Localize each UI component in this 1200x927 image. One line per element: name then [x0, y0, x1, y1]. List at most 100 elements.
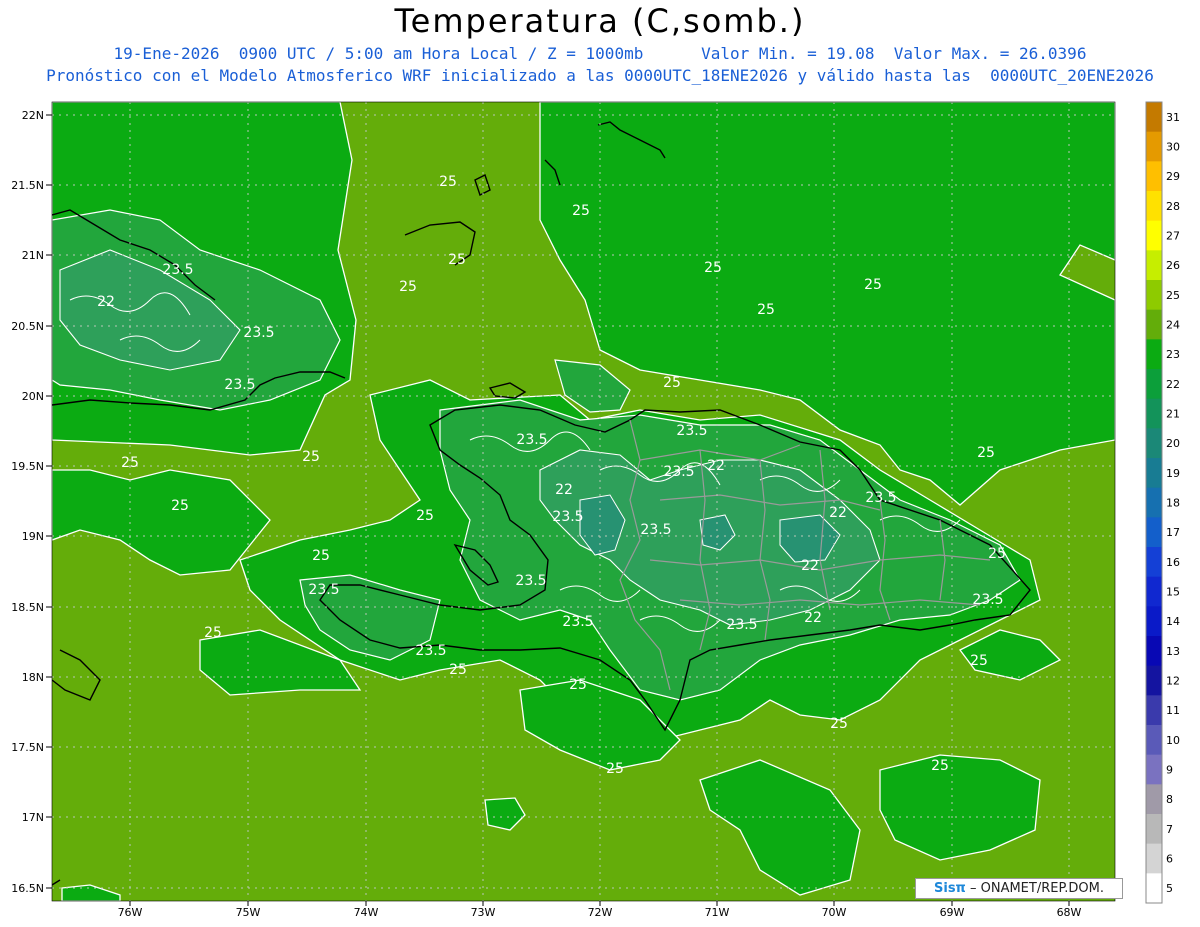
colorbar-swatch: [1146, 873, 1162, 904]
colorbar-label: 28: [1166, 200, 1180, 213]
lon-label: 75W: [236, 906, 261, 919]
colorbar-swatch: [1146, 309, 1162, 340]
colorbar-label: 14: [1166, 615, 1180, 628]
contour-label: 23.5: [972, 592, 1003, 608]
contour-label: 23.5: [663, 464, 694, 480]
lat-label: 20N: [22, 390, 44, 403]
contour-label: 25: [757, 302, 775, 318]
colorbar-swatch: [1146, 161, 1162, 192]
colorbar-swatch: [1146, 843, 1162, 874]
contour-label: 25: [606, 761, 624, 777]
contour-label: 25: [830, 716, 848, 732]
map-field: [52, 102, 1115, 901]
contour-label: 25: [977, 445, 995, 461]
longitude-labels: 76W 75W 74W 73W 72W 71W 70W 69W 68W: [118, 906, 1082, 919]
colorbar-label: 18: [1166, 497, 1180, 510]
colorbar-label: 29: [1166, 170, 1180, 183]
contour-label: 22: [804, 610, 822, 626]
contour-label: 25: [663, 375, 681, 391]
colorbar-label: 22: [1166, 378, 1180, 391]
colorbar-swatch: [1146, 814, 1162, 845]
contour-label: 23.5: [224, 377, 255, 393]
contour-label: 22: [707, 458, 725, 474]
latitude-labels: 22N 21.5N 21N 20.5N 20N 19.5N 19N 18.5N …: [11, 109, 44, 895]
contour-label: 25: [931, 758, 949, 774]
contour-label: 25: [312, 548, 330, 564]
colorbar-label: 8: [1166, 793, 1173, 806]
contour-label: 22: [829, 505, 847, 521]
contour-label: 25: [171, 498, 189, 514]
colorbar-swatch: [1146, 131, 1162, 162]
contour-label: 23.5: [640, 522, 671, 538]
longitude-ticks: [129, 901, 1070, 906]
contour-label: 25: [569, 677, 587, 693]
colorbar-swatch: [1146, 517, 1162, 548]
colorbar-label: 19: [1166, 467, 1180, 480]
contour-label: 25: [439, 174, 457, 190]
colorbar-swatch: [1146, 250, 1162, 281]
colorbar-swatch: [1146, 220, 1162, 251]
colorbar-swatch: [1146, 606, 1162, 637]
lat-label: 18N: [22, 671, 44, 684]
sispi-logo-text: Sisπ: [934, 881, 966, 896]
lon-label: 73W: [471, 906, 496, 919]
colorbar-label: 20: [1166, 437, 1180, 450]
contour-label: 23.5: [515, 573, 546, 589]
colorbar-swatch: [1146, 665, 1162, 696]
lat-label: 19.5N: [11, 460, 44, 473]
contour-label: 25: [988, 546, 1006, 562]
colorbar-swatch: [1146, 280, 1162, 311]
colorbar-label: 23: [1166, 348, 1180, 361]
lat-label: 16.5N: [11, 882, 44, 895]
contour-label: 25: [970, 653, 988, 669]
colorbar-label: 13: [1166, 645, 1180, 658]
contour-label: 23.5: [726, 617, 757, 633]
lat-label: 22N: [22, 109, 44, 122]
contour-label: 25: [572, 203, 590, 219]
contour-label: 25: [416, 508, 434, 524]
credit-box: Sisπ – ONAMET/REP.DOM.: [915, 878, 1123, 899]
colorbar-label: 17: [1166, 526, 1180, 539]
contour-label: 23.5: [308, 582, 339, 598]
contour-label: 25: [864, 277, 882, 293]
lat-label: 21N: [22, 249, 44, 262]
colorbar-label: 9: [1166, 764, 1173, 777]
lon-label: 69W: [940, 906, 965, 919]
lon-label: 74W: [354, 906, 379, 919]
contour-label: 23.5: [552, 509, 583, 525]
colorbar-label: 12: [1166, 675, 1180, 688]
colorbar-swatch: [1146, 636, 1162, 667]
colorbar-label: 6: [1166, 853, 1173, 866]
contour-label: 22: [97, 294, 115, 310]
contour-label: 23.5: [162, 262, 193, 278]
colorbar-swatch: [1146, 398, 1162, 429]
colorbar-label: 31: [1166, 111, 1180, 124]
colorbar-swatch: [1146, 784, 1162, 815]
lon-label: 72W: [588, 906, 613, 919]
colorbar-swatch: [1146, 428, 1162, 459]
contour-label: 23.5: [516, 432, 547, 448]
colorbar-label: 16: [1166, 556, 1180, 569]
colorbar-label: 5: [1166, 882, 1173, 895]
colorbar-swatch: [1146, 754, 1162, 785]
contour-label: 25: [448, 252, 466, 268]
lat-label: 20.5N: [11, 320, 44, 333]
contour-label: 23.5: [676, 423, 707, 439]
lat-label: 17N: [22, 811, 44, 824]
colorbar-label: 7: [1166, 823, 1173, 836]
contour-label: 23.5: [865, 490, 896, 506]
colorbar-swatch: [1146, 339, 1162, 370]
lat-label: 18.5N: [11, 601, 44, 614]
colorbar-swatch: [1146, 695, 1162, 726]
latitude-ticks: [46, 114, 52, 889]
contour-label: 22: [801, 558, 819, 574]
colorbar-label: 25: [1166, 289, 1180, 302]
contour-label: 25: [302, 449, 320, 465]
contour-label: 25: [121, 455, 139, 471]
contour-label: 22: [555, 482, 573, 498]
colorbar-label: 11: [1166, 704, 1180, 717]
colorbar-swatch: [1146, 191, 1162, 222]
credit-text: – ONAMET/REP.DOM.: [965, 881, 1104, 896]
contour-label: 23.5: [415, 643, 446, 659]
colorbar-swatch: [1146, 547, 1162, 578]
